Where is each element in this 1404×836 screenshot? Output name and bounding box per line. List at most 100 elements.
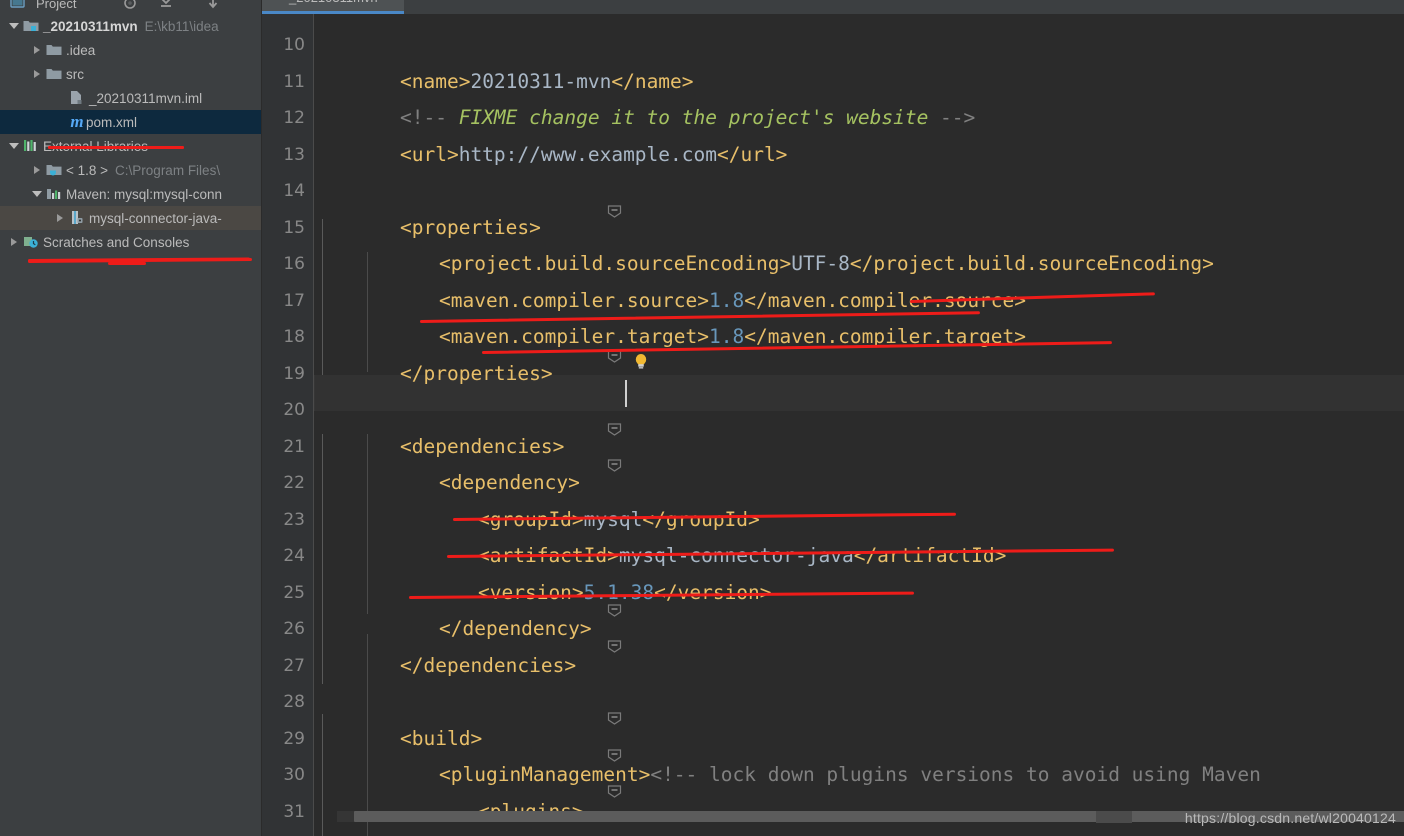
code-token: <!-- <box>400 106 459 129</box>
line-number: 25 <box>283 582 305 603</box>
code-line[interactable]: <properties> <box>400 216 541 239</box>
libraries-icon <box>22 138 40 154</box>
code-token: <name> <box>400 69 471 93</box>
fold-guide-line <box>322 219 323 379</box>
code-line[interactable]: </dependencies> <box>400 654 576 677</box>
code-token: 5.1.38 <box>583 580 655 604</box>
code-text-area[interactable]: <name>20210311-mvn</name> <!-- FIXME chan… <box>337 14 1404 836</box>
line-number: 12 <box>283 108 305 128</box>
idea-window: Project _20210311mvn E:\kb11\idea .idea sr <box>0 0 1404 836</box>
line-number: 14 <box>283 181 305 201</box>
code-line[interactable]: <url>http://www.example.com</url> <box>400 142 788 166</box>
tab-pom-xml[interactable]: _20210311mvn <box>262 0 404 14</box>
tab-label: _20210311mvn <box>289 0 378 5</box>
fold-marker-line-29[interactable] <box>607 712 622 725</box>
tree-item-label: pom.xml <box>86 114 138 130</box>
editor-tab-strip: _20210311mvn <box>262 0 1404 14</box>
code-token: </project.build.sourceEncoding> <box>849 252 1214 275</box>
code-line[interactable]: <name>20210311-mvn</name> <box>400 69 694 93</box>
tree-item-mysql-connector-java[interactable]: mysql-connector-java- <box>0 206 261 230</box>
project-view-icon[interactable] <box>10 0 26 11</box>
intention-bulb-icon[interactable] <box>633 352 649 370</box>
settings-gear-icon[interactable] <box>122 0 138 11</box>
code-line[interactable]: <dependency> <box>439 472 580 494</box>
chevron-right-icon[interactable] <box>31 67 45 81</box>
tree-item-maven-mysql-mysql-conn[interactable]: Maven: mysql:mysql-conn <box>0 182 261 206</box>
code-token: </url> <box>716 142 788 166</box>
fold-marker-line-15[interactable] <box>607 205 622 218</box>
project-tree[interactable]: _20210311mvn E:\kb11\idea .idea src _2021031… <box>0 14 261 254</box>
code-line[interactable]: <project.build.sourceEncoding>UTF-8</pro… <box>439 253 1214 275</box>
code-token: UTF-8 <box>791 252 850 275</box>
code-editor: _20210311mvn 10 11 12 13 14 15 16 17 18 19 20 21 22 2… <box>262 0 1404 836</box>
chevron-right-icon[interactable] <box>31 163 45 177</box>
code-line[interactable]: <build> <box>400 727 482 750</box>
fold-guide-line <box>322 714 323 836</box>
line-number: 26 <box>283 619 305 639</box>
code-token: </properties> <box>400 361 553 385</box>
line-number: 10 <box>283 35 305 55</box>
code-folding-column[interactable] <box>315 14 337 836</box>
project-tool-window: Project _20210311mvn E:\kb11\idea .idea sr <box>0 0 262 836</box>
chevron-right-icon[interactable] <box>8 235 22 249</box>
chevron-down-icon[interactable] <box>31 187 45 201</box>
tree-item-20210311mvn-iml[interactable]: _20210311mvn.iml <box>0 86 261 110</box>
tree-item-label: src <box>66 66 84 82</box>
code-token: <dependencies> <box>400 434 565 458</box>
code-line[interactable]: <dependencies> <box>400 434 565 458</box>
collapse-all-icon[interactable] <box>158 0 174 11</box>
tree-item-path: C:\Program Files\ <box>115 162 221 178</box>
tree-item-label: .idea <box>66 42 96 58</box>
tree-item-1-8[interactable]: < 1.8 > C:\Program Files\ <box>0 158 261 182</box>
code-token: <dependency> <box>439 471 580 494</box>
hide-panel-icon[interactable] <box>205 0 221 11</box>
chevron-right-icon[interactable] <box>54 211 68 225</box>
tree-item-idea[interactable]: .idea <box>0 38 261 62</box>
code-line[interactable]: </properties> <box>400 361 553 385</box>
line-number: 13 <box>283 144 305 165</box>
chevron-down-icon[interactable] <box>8 19 22 33</box>
code-token: <!-- lock down plugins versions to avoid… <box>650 763 1261 786</box>
fold-marker-line-21[interactable] <box>607 423 622 436</box>
line-number: 24 <box>283 546 305 566</box>
line-number: 16 <box>283 254 305 274</box>
code-token: 1.8 <box>709 325 745 348</box>
project-panel-title: Project <box>36 0 77 11</box>
jar-icon <box>68 210 86 226</box>
watermark-backdrop <box>1096 811 1132 823</box>
code-token: <pluginManagement> <box>439 763 651 786</box>
chevron-right-icon[interactable] <box>31 43 45 57</box>
annotation-underline-scratches-tick <box>108 262 146 265</box>
tree-item-label: mysql-connector-java- <box>89 210 222 226</box>
fold-marker-line-27[interactable] <box>607 640 622 653</box>
code-line[interactable]: <!-- FIXME change it to the project's we… <box>400 107 975 129</box>
line-number: 19 <box>283 363 305 384</box>
tree-item-label: _20210311mvn <box>43 18 138 34</box>
line-number-gutter[interactable]: 10 11 12 13 14 15 16 17 18 19 20 21 22 23 24 25 26 27 28 29… <box>262 14 314 836</box>
fold-marker-line-31[interactable] <box>607 785 622 798</box>
chevron-down-icon[interactable] <box>8 139 22 153</box>
tree-item-path: E:\kb11\idea <box>144 18 219 34</box>
line-number: 11 <box>283 71 305 92</box>
tree-item-src[interactable]: src <box>0 62 261 86</box>
fold-marker-line-22[interactable] <box>607 459 622 472</box>
code-token: <maven.compiler.source> <box>439 288 710 312</box>
code-token: </name> <box>611 69 694 93</box>
line-number: 30 <box>283 765 305 785</box>
fold-guide-line <box>322 434 323 684</box>
code-token: <url> <box>400 142 459 166</box>
code-line[interactable]: </dependency> <box>439 618 592 640</box>
tree-item-20210311mvn[interactable]: _20210311mvn E:\kb11\idea <box>0 14 261 38</box>
line-number: 31 <box>283 801 305 822</box>
code-line[interactable]: <pluginManagement><!-- lock down plugins… <box>439 764 1261 786</box>
folder-icon <box>45 42 63 58</box>
tree-item-pom-xml[interactable]: m pom.xml <box>0 110 261 134</box>
tree-item-label: Scratches and Consoles <box>43 234 190 250</box>
annotation-underline-pom-xml <box>48 146 184 150</box>
code-token: 20210311-mvn <box>470 69 612 93</box>
tree-item-label: Maven: mysql:mysql-conn <box>66 186 223 202</box>
fold-marker-line-26[interactable] <box>607 604 622 617</box>
tree-item-scratches-and-consoles[interactable]: Scratches and Consoles <box>0 230 261 254</box>
fold-marker-line-30[interactable] <box>607 749 622 762</box>
